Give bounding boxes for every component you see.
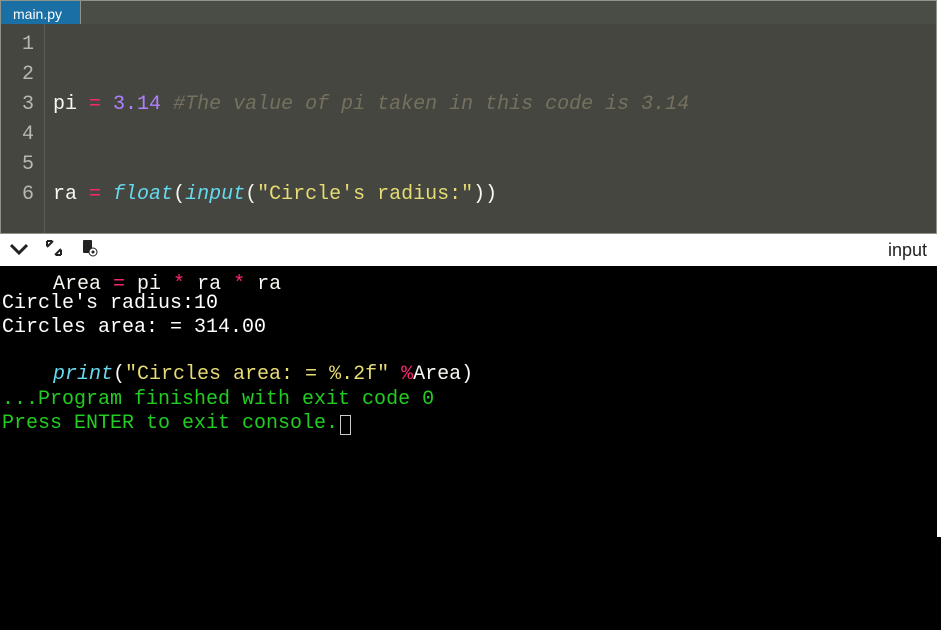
expand-icon[interactable] — [46, 240, 62, 261]
code-area[interactable]: pi = 3.14 #The value of pi taken in this… — [45, 24, 936, 233]
console-line: ...Program finished with exit code 0 — [2, 388, 434, 411]
console-cursor — [340, 415, 351, 435]
line-number: 1 — [1, 30, 34, 60]
code-line — [53, 540, 936, 570]
code-line: ra = float(input("Circle's radius:")) — [53, 180, 936, 210]
code-line: print("Circles area: = %.2f" %Area) — [53, 360, 936, 390]
tab-label: main.py — [13, 6, 62, 22]
console-line: Circles area: = 314.00 — [2, 316, 266, 339]
line-number-gutter: 1 2 3 4 5 6 — [1, 24, 45, 233]
stdin-toggle-icon[interactable] — [80, 239, 98, 262]
line-number: 6 — [1, 180, 34, 210]
console-line: Circle's radius:10 — [2, 292, 218, 315]
code-editor[interactable]: 1 2 3 4 5 6 pi = 3.14 #The value of pi t… — [0, 24, 937, 234]
line-number: 2 — [1, 60, 34, 90]
console-input-label: input — [888, 240, 927, 261]
code-line: pi = 3.14 #The value of pi taken in this… — [53, 90, 936, 120]
tab-bar: main.py — [0, 0, 937, 24]
console-line: Press ENTER to exit console. — [2, 412, 338, 435]
code-line — [53, 450, 936, 480]
line-number: 3 — [1, 90, 34, 120]
chevron-down-icon[interactable] — [10, 240, 28, 261]
tab-main-py[interactable]: main.py — [1, 1, 81, 24]
console-toolbar-icons — [10, 239, 98, 262]
line-number: 4 — [1, 120, 34, 150]
line-number: 5 — [1, 150, 34, 180]
